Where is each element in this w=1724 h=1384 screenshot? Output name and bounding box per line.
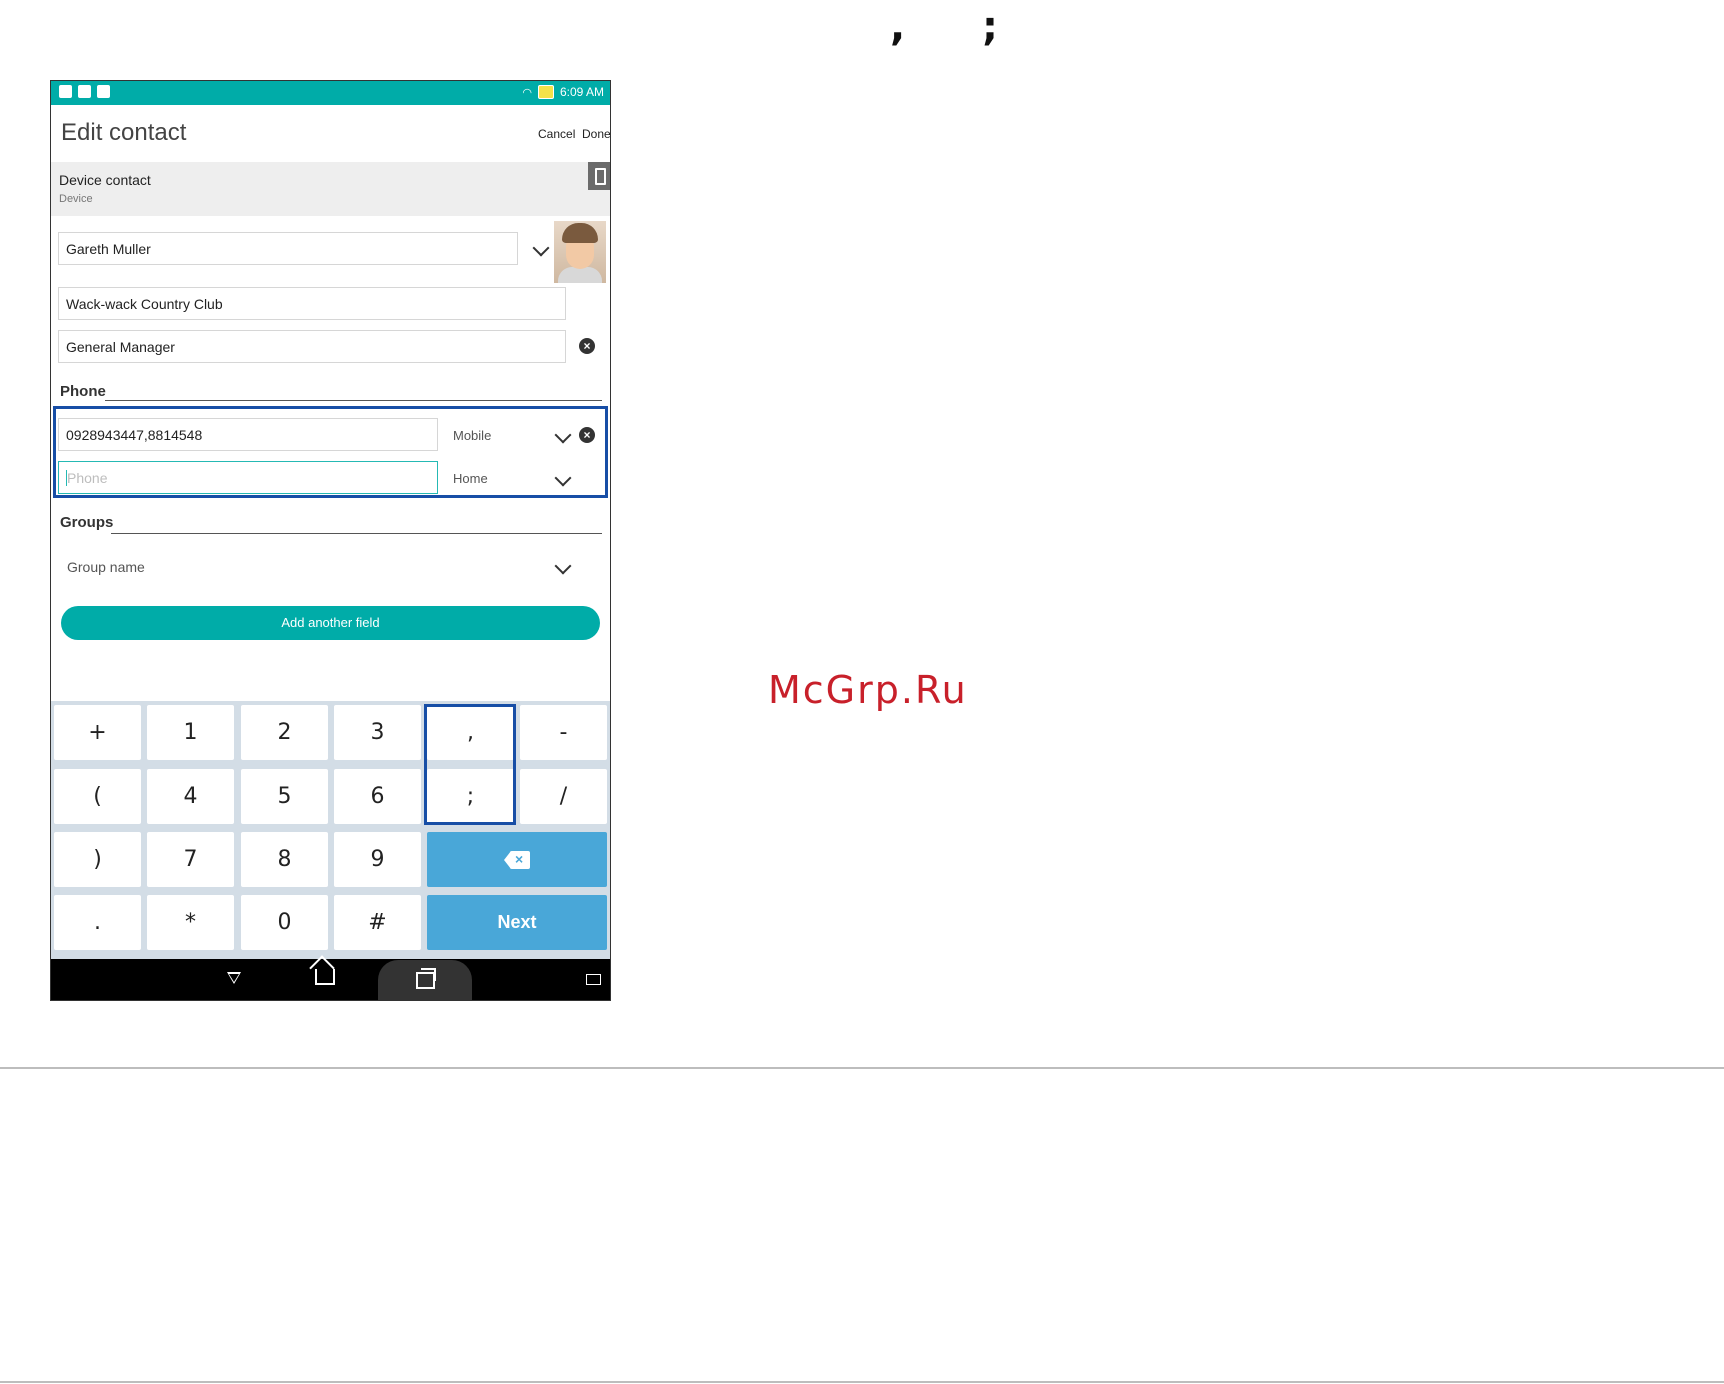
cloud-notification-icon <box>78 85 91 98</box>
key-2[interactable]: 2 <box>241 705 328 760</box>
page-title: Edit contact <box>61 119 187 146</box>
key-open-paren[interactable]: ( <box>54 769 141 824</box>
navigation-bar <box>51 959 610 1000</box>
numeric-keypad: + 1 2 3 , - ( 4 5 6 ; / ) 7 8 9 × . * 0 … <box>51 701 610 959</box>
recent-apps-icon[interactable] <box>416 968 436 989</box>
key-hash[interactable]: # <box>334 895 421 950</box>
device-icon <box>588 162 610 190</box>
key-minus[interactable]: - <box>520 705 607 760</box>
job-title-field[interactable]: General Manager <box>58 330 566 363</box>
cancel-button[interactable]: Cancel <box>538 127 575 141</box>
key-semicolon[interactable]: ; <box>427 769 514 824</box>
key-9[interactable]: 9 <box>334 832 421 887</box>
top-comma-mark: , <box>890 4 906 50</box>
key-comma[interactable]: , <box>427 705 514 760</box>
phone-section-title: Phone <box>60 383 106 400</box>
phone-field-home[interactable]: Phone <box>58 461 438 494</box>
key-5[interactable]: 5 <box>241 769 328 824</box>
account-type: Device <box>59 193 93 205</box>
status-time: 6:09 AM <box>559 85 604 99</box>
phone-screenshot: ◠ 6:09 AM Edit contact Cancel Done Devic… <box>50 80 611 1001</box>
done-button[interactable]: Done <box>582 127 610 141</box>
company-field[interactable]: Wack-wack Country Club <box>58 287 566 320</box>
wifi-icon: ◠ <box>522 86 532 99</box>
key-6[interactable]: 6 <box>334 769 421 824</box>
gallery-notification-icon <box>59 85 72 98</box>
groups-section-title: Groups <box>60 514 114 531</box>
key-3[interactable]: 3 <box>334 705 421 760</box>
keyboard-icon[interactable] <box>586 974 601 985</box>
add-another-field-button[interactable]: Add another field <box>61 606 600 640</box>
page-divider-bottom <box>0 1381 1724 1383</box>
battery-icon <box>537 85 554 99</box>
key-7[interactable]: 7 <box>147 832 234 887</box>
top-semicolon-mark: ; <box>982 4 998 50</box>
key-8[interactable]: 8 <box>241 832 328 887</box>
account-name: Device contact <box>59 172 151 188</box>
key-plus[interactable]: + <box>54 705 141 760</box>
message-notification-icon <box>97 85 110 98</box>
account-row[interactable]: Device contact Device <box>51 162 610 216</box>
next-key[interactable]: Next <box>427 895 607 950</box>
home-icon[interactable] <box>315 969 335 985</box>
clear-job-title-icon[interactable]: × <box>579 338 595 354</box>
backspace-icon: × <box>504 851 530 870</box>
group-name-select[interactable]: Group name <box>67 559 145 575</box>
key-period[interactable]: . <box>54 895 141 950</box>
back-icon[interactable] <box>227 972 241 984</box>
watermark-text: McGrp.Ru <box>768 668 968 712</box>
key-slash[interactable]: / <box>520 769 607 824</box>
key-close-paren[interactable]: ) <box>54 832 141 887</box>
backspace-key[interactable]: × <box>427 832 607 887</box>
phone-type-home[interactable]: Home <box>453 471 488 486</box>
clear-mobile-phone-icon[interactable]: × <box>579 427 595 443</box>
name-expand-chevron-icon[interactable] <box>532 239 550 257</box>
contact-photo[interactable] <box>554 221 606 283</box>
phone-section-divider <box>105 400 602 401</box>
phone-field-mobile[interactable]: 0928943447,8814548 <box>58 418 438 451</box>
status-bar: ◠ 6:09 AM <box>51 81 610 105</box>
phone-type-mobile[interactable]: Mobile <box>453 428 491 443</box>
group-name-chevron-icon[interactable] <box>554 557 572 575</box>
key-0[interactable]: 0 <box>241 895 328 950</box>
key-1[interactable]: 1 <box>147 705 234 760</box>
key-4[interactable]: 4 <box>147 769 234 824</box>
page-divider-top <box>0 1067 1724 1069</box>
groups-section-divider <box>111 533 602 534</box>
name-field[interactable]: Gareth Muller <box>58 232 518 265</box>
key-asterisk[interactable]: * <box>147 895 234 950</box>
phone-placeholder: Phone <box>67 470 108 486</box>
